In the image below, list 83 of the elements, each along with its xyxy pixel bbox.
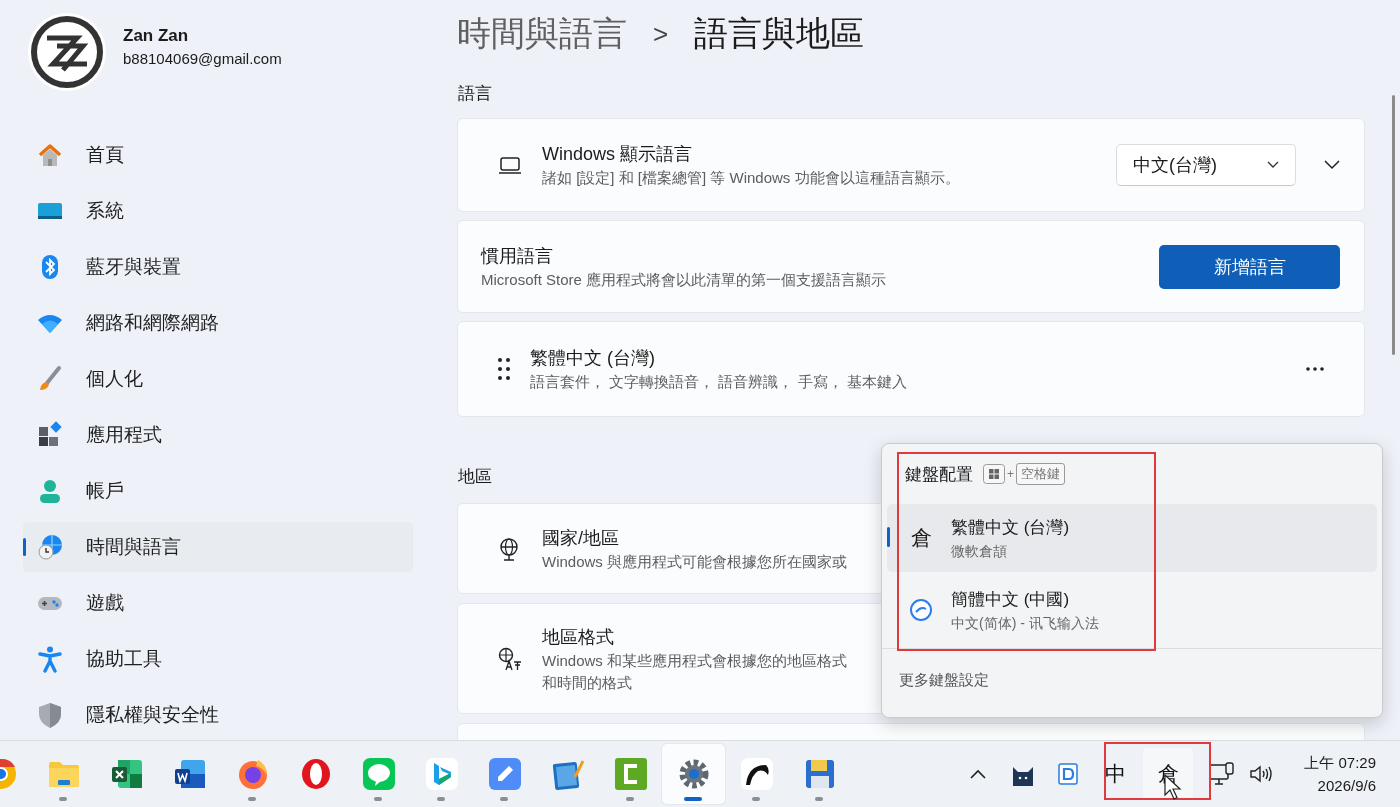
- running-indicator: [500, 797, 508, 801]
- user-name: Zan Zan: [123, 25, 190, 46]
- more-options-icon[interactable]: [1306, 367, 1324, 371]
- keyboard-layout-item[interactable]: 簡體中文 (中國) 中文(简体) - 讯飞输入法: [887, 576, 1377, 644]
- globe-clock-icon: [36, 533, 64, 561]
- chevron-down-icon[interactable]: [1324, 160, 1340, 170]
- apps-icon: [36, 421, 64, 449]
- layout-name: 繁體中文 (台灣): [951, 516, 1070, 539]
- volume-icon[interactable]: [1249, 764, 1274, 784]
- card-title: Windows 顯示語言: [542, 143, 693, 166]
- document-icon: [172, 757, 207, 791]
- language-dropdown[interactable]: 中文(台灣): [1116, 144, 1296, 186]
- dictionary-app-icon[interactable]: [1056, 762, 1079, 786]
- nav-item[interactable]: 遊戲: [23, 578, 413, 628]
- running-indicator: [437, 797, 445, 801]
- language-card[interactable]: 繁體中文 (台灣) 語言套件， 文字轉換語音， 語音辨識， 手寫， 基本鍵入: [457, 321, 1365, 417]
- nav-item[interactable]: 系統: [23, 186, 413, 236]
- globe-text-icon: [498, 646, 522, 671]
- bracket-icon: [613, 757, 648, 791]
- layout-name: 簡體中文 (中國): [951, 588, 1071, 611]
- nav-item[interactable]: 協助工具: [23, 634, 413, 684]
- drag-handle-icon[interactable]: [498, 358, 510, 380]
- input-method-name: 微軟倉頡: [951, 542, 1008, 561]
- card-description: Windows 和某些應用程式會根據您的地區格式: [542, 651, 848, 671]
- breadcrumb-separator: >: [653, 18, 669, 50]
- chevron-up-icon[interactable]: [969, 769, 986, 779]
- nav-item[interactable]: 應用程式: [23, 410, 413, 460]
- shield-icon: [36, 701, 64, 729]
- plus-sign: +: [1007, 467, 1014, 481]
- windows-key-icon: [983, 464, 1005, 484]
- running-indicator: [59, 797, 67, 801]
- spreadsheet-icon: [109, 757, 144, 791]
- nav-item[interactable]: 個人化: [23, 354, 413, 404]
- network-computer-icon[interactable]: [1208, 762, 1235, 786]
- wave-icon: [424, 757, 459, 791]
- nav-item[interactable]: 藍牙與裝置: [23, 242, 413, 292]
- section-heading: 地區: [458, 466, 492, 488]
- user-email: b88104069@gmail.com: [123, 49, 282, 67]
- nav-item[interactable]: 網路和網際網路: [23, 298, 413, 348]
- language-name: 繁體中文 (台灣): [530, 347, 655, 370]
- popup-title: 鍵盤配置: [905, 463, 973, 486]
- card-description: 諸如 [設定] 和 [檔案總管] 等 Windows 功能會以這種語言顯示。: [542, 169, 960, 188]
- pen-icon: [487, 757, 522, 791]
- running-indicator: [374, 797, 382, 801]
- home-icon: [36, 141, 64, 169]
- layout-glyph: 倉: [909, 525, 933, 551]
- card-description: Microsoft Store 應用程式將會以此清單的第一個支援語言顯示: [481, 270, 887, 290]
- running-indicator: [248, 797, 256, 801]
- input-mode-indicator[interactable]: 中: [1090, 748, 1141, 800]
- nav-item[interactable]: 帳戶: [23, 466, 413, 516]
- chat-icon: [361, 757, 396, 791]
- nav-item[interactable]: 時間與語言: [23, 522, 413, 572]
- more-keyboard-settings-link[interactable]: 更多鍵盤設定: [899, 671, 1377, 690]
- clock-time: 上午 07:29: [1304, 754, 1376, 773]
- active-indicator: [684, 797, 702, 801]
- card-description: 和時間的格式: [542, 673, 632, 693]
- selection-indicator: [23, 538, 26, 556]
- card-title: 國家/地區: [542, 526, 619, 550]
- chevron-down-icon: [1267, 161, 1279, 169]
- swoosh-icon: [739, 757, 774, 791]
- input-method-name: 中文(简体) - 讯飞输入法: [951, 614, 1099, 633]
- laptop-icon: [498, 155, 522, 175]
- circle-logo-icon: [909, 598, 933, 622]
- keyboard-layout-item[interactable]: 倉 繁體中文 (台灣) 微軟倉頡: [887, 504, 1377, 572]
- nav-item[interactable]: 隱私權與安全性: [23, 690, 413, 740]
- page-title: 語言與地區: [694, 13, 865, 54]
- running-indicator: [815, 797, 823, 801]
- space-key-hint: 空格鍵: [1016, 463, 1065, 485]
- card-description: Windows 與應用程式可能會根據您所在國家或: [542, 552, 848, 572]
- nav-item[interactable]: 首頁: [23, 130, 413, 180]
- selection-indicator: [887, 527, 890, 547]
- section-heading: 語言: [458, 83, 492, 105]
- language-features: 語言套件， 文字轉換語音， 語音辨識， 手寫， 基本鍵入: [530, 373, 907, 392]
- add-language-button[interactable]: 新增語言: [1159, 244, 1340, 289]
- clock[interactable]: 上午 07:29 2026/9/6: [1304, 754, 1376, 794]
- breadcrumb-link[interactable]: 時間與語言: [457, 11, 627, 57]
- scrollbar[interactable]: [1392, 95, 1395, 355]
- clock-date: 2026/9/6: [1317, 777, 1376, 794]
- accessibility-icon: [36, 645, 64, 673]
- card-title: 地區格式: [542, 625, 614, 649]
- card-title: 慣用語言: [481, 244, 553, 268]
- running-indicator: [626, 797, 634, 801]
- running-indicator: [752, 797, 760, 801]
